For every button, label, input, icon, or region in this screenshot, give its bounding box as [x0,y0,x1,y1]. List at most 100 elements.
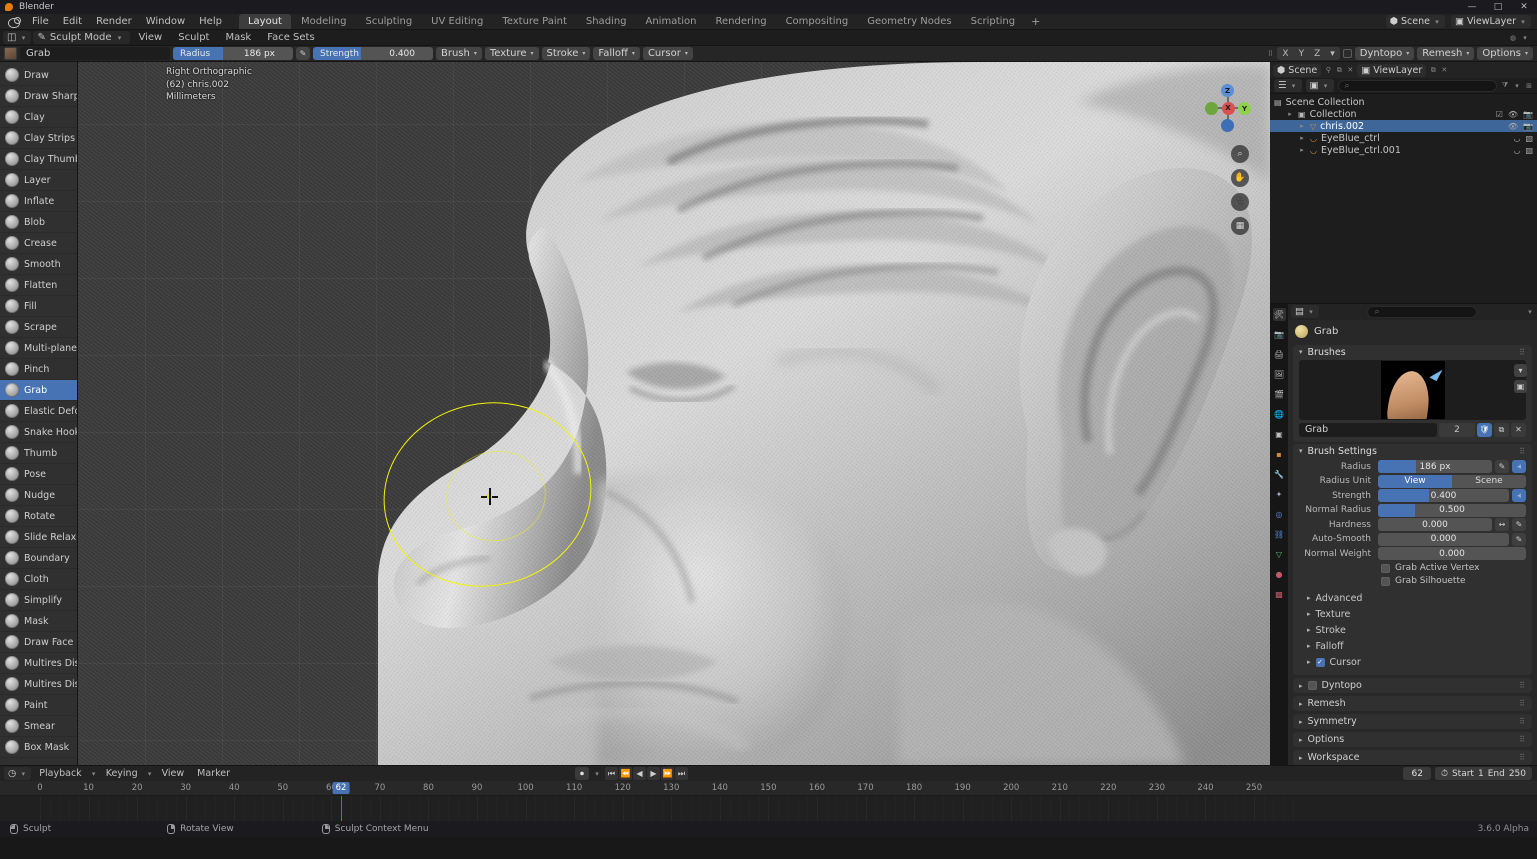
options-dropdown[interactable]: Options ▾ [1477,47,1533,60]
outliner-search-input[interactable]: ⌕ [1337,79,1497,92]
tab-output[interactable]: 🖨 [1273,348,1286,361]
gizmo-axis-y[interactable]: Y [1238,102,1251,115]
tool-boundary[interactable]: Boundary [0,548,77,569]
menu-file[interactable]: File [25,14,56,29]
tool-box-mask[interactable]: Box Mask [0,737,77,758]
3d-viewport[interactable]: Right Orthographic (62) chris.002 Millim… [78,62,1270,765]
tab-texture[interactable]: ▩ [1273,588,1286,601]
remove-viewlayer-icon[interactable]: ✕ [1440,66,1448,74]
menu-window[interactable]: Window [139,14,192,29]
chevron-down-icon[interactable]: ▾ [593,770,601,778]
radius-slider[interactable]: Radius 186 px [173,47,293,60]
tool-crease[interactable]: Crease [0,233,77,254]
next-keyframe-icon[interactable]: ⏩ [661,767,674,780]
outliner-row-toggles[interactable]: ◡ ▧ [1513,146,1533,155]
tool-nudge[interactable]: Nudge [0,485,77,506]
tab-view-layer[interactable]: 🖼 [1273,368,1286,381]
radius-unit-segmented[interactable]: View Scene [1378,474,1526,488]
menu-timeline-view[interactable]: View [157,767,190,780]
add-workspace-button[interactable]: + [1025,13,1046,30]
normal-radius-slider[interactable]: 0.500 [1378,503,1526,517]
stroke-dropdown[interactable]: Stroke ▾ [541,47,591,60]
tool-smooth[interactable]: Smooth [0,254,77,275]
auto-smooth-slider[interactable]: 0.000 [1378,532,1509,546]
new-scene-icon[interactable]: ⧉ [1335,66,1343,75]
brush-users-count[interactable]: 2 [1439,422,1475,437]
outliner-new-icon[interactable]: ⊞ [1525,82,1533,90]
tab-material[interactable]: ● [1273,568,1286,581]
close-button[interactable]: ✕ [1511,0,1537,14]
subpanel-advanced[interactable]: ▸ Advanced [1293,590,1532,606]
tool-cloth[interactable]: Cloth [0,569,77,590]
gizmo-axis-neg-z[interactable] [1221,119,1234,132]
gizmo-axis-z[interactable]: Z [1221,84,1234,97]
normal-weight-slider[interactable]: 0.000 [1378,547,1526,560]
menu-sculpt[interactable]: Sculpt [171,31,216,44]
menu-render[interactable]: Render [89,14,139,29]
unlink-brush-button[interactable]: ✕ [1511,422,1526,437]
panel-dyntopo[interactable]: ▸ Dyntopo ⠿ [1293,678,1532,693]
tool-draw-face-s[interactable]: Draw Face S... [0,632,77,653]
tool-mask[interactable]: Mask [0,611,77,632]
chevron-down-icon[interactable]: ▾ [1513,82,1521,90]
tab-modifiers[interactable]: 🔧 [1273,468,1286,481]
tool-elastic-deform[interactable]: Elastic Deform [0,401,77,422]
checkbox-grab-silhouette[interactable]: Grab Silhouette [1381,576,1526,586]
radius-pressure-toggle[interactable]: ✎ [296,47,310,60]
close-icon[interactable]: ✕ [1346,66,1354,74]
outliner-row[interactable]: ▤ Scene Collection [1270,96,1537,108]
scene-selector[interactable]: ⬢ Scene ▾ [1385,15,1445,28]
menu-playback[interactable]: Playback [34,767,86,780]
tool-rotate[interactable]: Rotate [0,506,77,527]
tool-multires-dis[interactable]: Multires Dis... [0,653,77,674]
tool-simplify[interactable]: Simplify [0,590,77,611]
tool-draw-sharp[interactable]: Draw Sharp [0,86,77,107]
hardness-invert-icon[interactable]: ↔ [1495,518,1509,531]
chevron-down-icon[interactable]: ▾ [1526,308,1534,316]
viewlayer-datablock[interactable]: ▣ ViewLayer [1357,63,1427,77]
tool-inflate[interactable]: Inflate [0,191,77,212]
tool-flatten[interactable]: Flatten [0,275,77,296]
scene-datablock[interactable]: ⬢ Scene [1273,63,1322,77]
outliner-row[interactable]: ▸ ▣ Collection ☑ 👁 📷 [1270,108,1537,120]
editor-type-selector[interactable]: ◫ ▾ [3,31,32,44]
auto-smooth-pressure-icon[interactable]: ✎ [1512,532,1526,546]
properties-editor-type[interactable]: ▤ ▾ [1291,305,1319,318]
tool-multires-dis[interactable]: Multires Dis... [0,674,77,695]
tab-scene[interactable]: 🎬 [1273,388,1286,401]
timeline-track-area[interactable] [0,796,1537,821]
disclosure-triangle-icon[interactable]: ▸ [1298,122,1306,130]
radius-pressure-icon[interactable]: ✎ [1495,460,1509,473]
falloff-dropdown[interactable]: Falloff ▾ [593,47,640,60]
gizmo-axis-x[interactable]: X [1221,101,1235,115]
checkbox-grab-active-vertex[interactable]: Grab Active Vertex [1381,563,1526,573]
brush-dropdown[interactable]: Brush ▾ [436,47,482,60]
radius-unit-view[interactable]: View [1378,474,1452,488]
menu-help[interactable]: Help [192,14,229,29]
tab-scripting[interactable]: Scripting [962,14,1024,29]
tab-rendering[interactable]: Rendering [706,14,775,29]
chevron-down-icon[interactable]: ▾ [1514,363,1527,377]
tab-particles[interactable]: ✦ [1273,488,1286,501]
timeline-ruler[interactable]: 0 10 20 30 40 50 60 70 80 90 100 110 120 130 140 150 160… [0,781,1537,796]
mode-selector[interactable]: ✎ Sculpt Mode ▾ [33,31,130,44]
menu-face-sets[interactable]: Face Sets [260,31,321,44]
disclosure-triangle-icon[interactable]: ▸ [1286,110,1294,118]
symmetry-axis-group[interactable]: X Y Z ▾ [1277,47,1340,60]
tab-object[interactable]: ▪ [1273,448,1286,461]
frame-range-group[interactable]: ⏱ Start 1 End 250 [1434,767,1532,780]
radius-field-slider[interactable]: 186 px [1378,460,1492,473]
grab-active-vertex-checkbox[interactable] [1381,563,1390,573]
tab-world[interactable]: 🌐 [1273,408,1286,421]
symmetry-z[interactable]: Z [1309,49,1325,59]
radius-unit-scene[interactable]: Scene [1452,474,1526,488]
grid-icon[interactable]: ▦ [1231,217,1249,235]
symmetry-x[interactable]: X [1277,49,1293,59]
globe-icon[interactable]: ◍ [1509,34,1517,42]
tab-modeling[interactable]: Modeling [292,14,356,29]
tool-pose[interactable]: Pose [0,464,77,485]
new-viewlayer-icon[interactable]: ⧉ [1429,66,1437,75]
tab-sculpting[interactable]: Sculpting [356,14,421,29]
tool-smear[interactable]: Smear [0,716,77,737]
play-reverse-icon[interactable]: ◀ [633,767,646,780]
